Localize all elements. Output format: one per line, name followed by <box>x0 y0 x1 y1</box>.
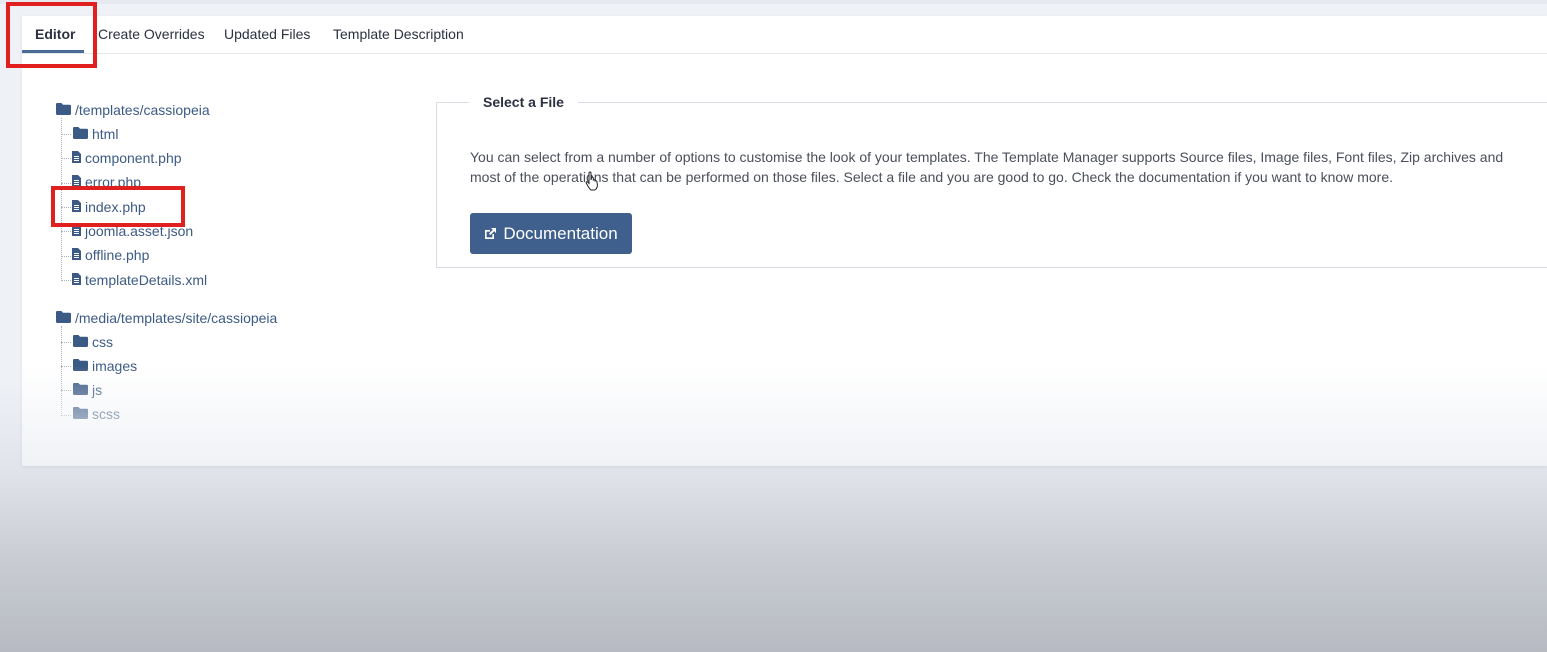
external-link-icon <box>484 227 497 240</box>
template-editor-panel: Editor Create Overrides Updated Files Te… <box>22 16 1547 466</box>
file-icon <box>72 199 81 215</box>
tree-file-joomla-asset-json[interactable]: joomla.asset.json <box>72 223 193 239</box>
top-strip <box>0 0 1547 4</box>
documentation-button-label: Documentation <box>503 223 618 243</box>
tree-folder-scss[interactable]: scss <box>73 406 120 422</box>
panel-bottom-fade <box>22 366 1547 466</box>
tab-bar: Editor Create Overrides Updated Files Te… <box>22 16 1547 54</box>
tree-folder-css[interactable]: css <box>73 334 113 350</box>
hand-cursor-icon <box>585 171 599 196</box>
file-icon <box>72 247 81 263</box>
tree-folder-media-templates-site-cassiopeia[interactable]: /media/templates/site/cassiopeia <box>56 310 277 326</box>
tree-file-index-php[interactable]: index.php <box>72 199 146 215</box>
folder-icon <box>56 310 71 326</box>
file-icon <box>72 150 81 166</box>
tree-folder-js[interactable]: js <box>73 382 102 398</box>
tree-folder-label: css <box>92 334 113 350</box>
folder-icon <box>73 126 88 142</box>
tab-create-overrides[interactable]: Create Overrides <box>98 26 205 42</box>
tree-file-label: offline.php <box>85 247 150 263</box>
file-icon <box>72 272 81 288</box>
tree-folder-label: scss <box>92 406 120 422</box>
tree-folder-html[interactable]: html <box>73 126 118 142</box>
folder-icon <box>73 382 88 398</box>
tree-file-templatedetails-xml[interactable]: templateDetails.xml <box>72 272 207 288</box>
folder-icon <box>73 406 88 422</box>
file-icon <box>72 223 81 239</box>
tree-file-component-php[interactable]: component.php <box>72 150 182 166</box>
file-icon <box>72 174 81 190</box>
tree-file-label: templateDetails.xml <box>85 272 208 288</box>
folder-icon <box>56 102 71 118</box>
tree-folder-label: /media/templates/site/cassiopeia <box>75 310 278 326</box>
tree-folder-templates-cassiopeia[interactable]: /templates/cassiopeia <box>56 102 210 118</box>
select-file-fieldset: Select a File You can select from a numb… <box>436 94 1547 268</box>
select-file-description: You can select from a number of options … <box>470 149 1504 185</box>
tree-file-label: index.php <box>85 199 146 215</box>
tree-file-error-php[interactable]: error.php <box>72 174 141 190</box>
select-file-legend: Select a File <box>469 94 578 110</box>
tab-updated-files[interactable]: Updated Files <box>224 26 310 42</box>
tree-folder-label: images <box>92 358 138 374</box>
folder-icon <box>73 358 88 374</box>
tab-template-description[interactable]: Template Description <box>333 26 464 42</box>
tree-file-offline-php[interactable]: offline.php <box>72 247 149 263</box>
tree-file-label: component.php <box>85 150 182 166</box>
tree-folder-label: html <box>92 126 119 142</box>
folder-icon <box>73 334 88 350</box>
tree-file-label: error.php <box>85 174 142 190</box>
active-tab-indicator <box>22 50 84 53</box>
documentation-button[interactable]: Documentation <box>470 213 632 254</box>
tab-editor[interactable]: Editor <box>35 26 75 42</box>
tree-folder-label: js <box>92 382 103 398</box>
tree-file-label: joomla.asset.json <box>85 223 194 239</box>
tree-folder-images[interactable]: images <box>73 358 137 374</box>
tree-folder-label: /templates/cassiopeia <box>75 102 210 118</box>
